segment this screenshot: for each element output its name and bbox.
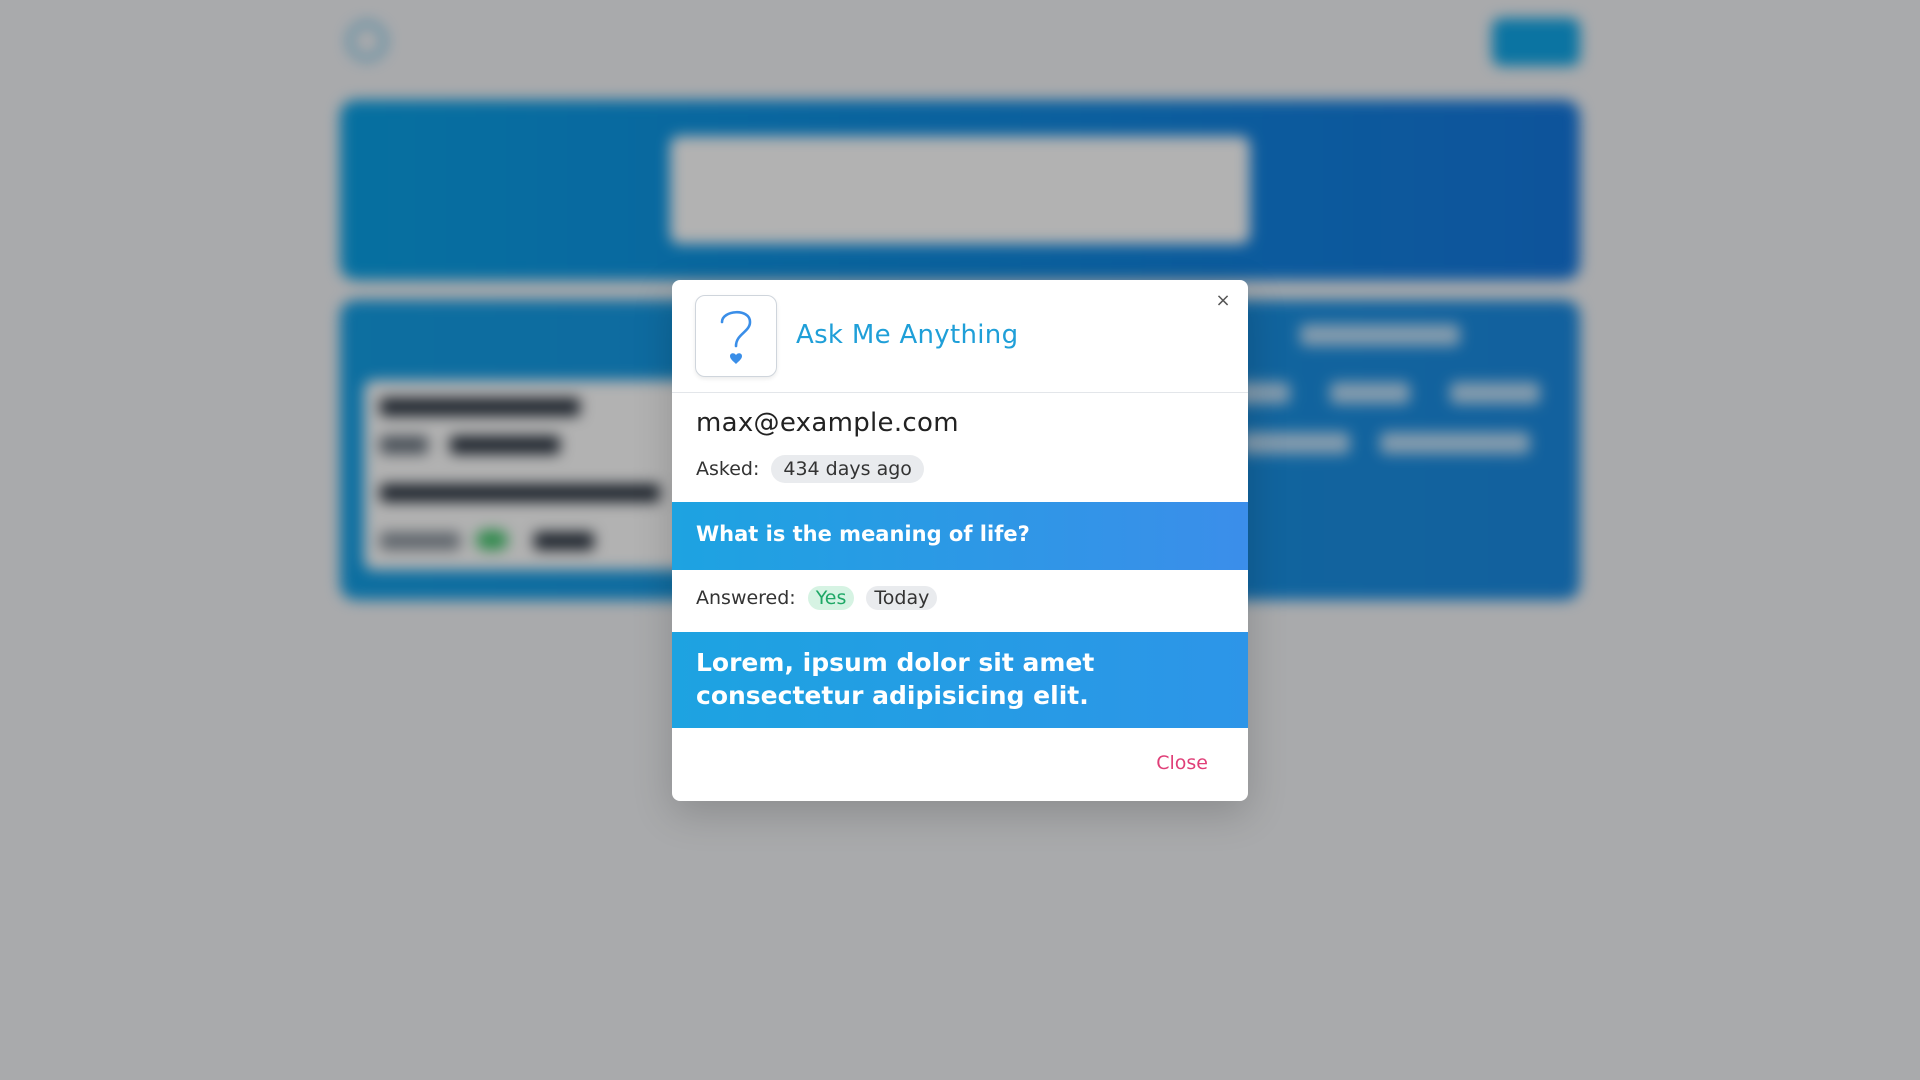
- answer-bar: Lorem, ipsum dolor sit amet consectetur …: [672, 632, 1248, 728]
- app-icon: [695, 295, 777, 377]
- answer-text: Lorem, ipsum dolor sit amet consectetur …: [696, 648, 1095, 710]
- answered-row: Answered: Yes Today: [696, 586, 938, 610]
- answered-time-badge: Today: [866, 586, 938, 610]
- asked-row: Asked: 434 days ago: [696, 455, 924, 483]
- close-icon[interactable]: ×: [1212, 290, 1234, 312]
- asker-email: max@example.com: [696, 408, 959, 438]
- question-mark-icon: [720, 310, 752, 364]
- asked-time-badge: 434 days ago: [771, 455, 924, 483]
- close-button[interactable]: Close: [1156, 752, 1208, 774]
- modal-header: Ask Me Anything ×: [672, 280, 1248, 393]
- modal-title: Ask Me Anything: [796, 320, 1019, 350]
- question-text: What is the meaning of life?: [696, 522, 1030, 546]
- answered-status-badge: Yes: [807, 586, 855, 610]
- question-modal: Ask Me Anything × max@example.com Asked:…: [672, 280, 1248, 801]
- answered-label: Answered:: [696, 587, 796, 609]
- asked-label: Asked:: [696, 458, 760, 480]
- question-bar: What is the meaning of life?: [672, 502, 1248, 570]
